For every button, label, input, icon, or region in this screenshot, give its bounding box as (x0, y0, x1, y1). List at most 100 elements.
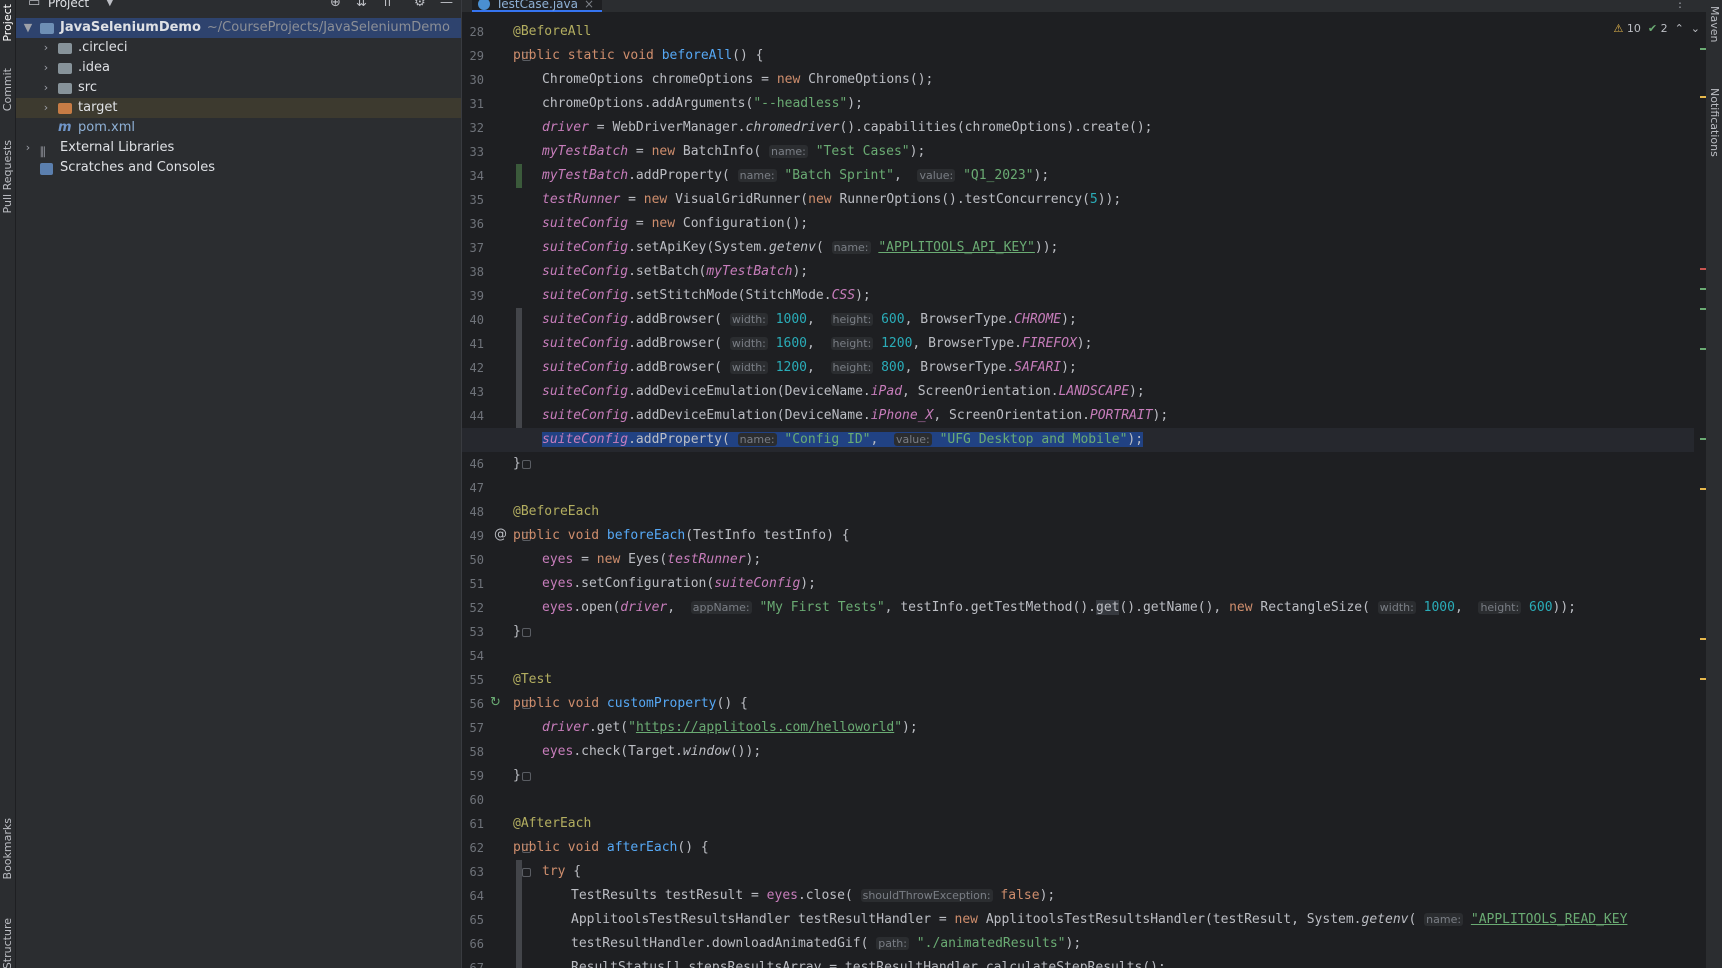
expand-all-icon[interactable]: ⇊ (356, 0, 367, 10)
code-line[interactable]: suiteConfig.addBrowser( width: 1200, hei… (462, 356, 1694, 380)
folder-icon (58, 43, 72, 54)
code-line[interactable]: eyes = new Eyes(testRunner); (462, 548, 1694, 572)
code-line[interactable]: suiteConfig.setBatch(myTestBatch); (462, 260, 1694, 284)
maven-m-icon: m (58, 120, 72, 135)
code-line[interactable]: suiteConfig = new Configuration(); (462, 212, 1694, 236)
code-line[interactable]: try { (462, 860, 1694, 884)
chevron-up-icon[interactable]: ⌃ (1675, 22, 1684, 35)
code-line-text: @AfterEach (513, 816, 592, 831)
code-line[interactable]: ApplitoolsTestResultsHandler testResultH… (462, 908, 1694, 932)
code-line[interactable]: chromeOptions.addArguments("--headless")… (462, 92, 1694, 116)
project-title[interactable]: Project (48, 0, 89, 10)
check-icon: ✔ (1647, 22, 1658, 35)
code-line[interactable]: suiteConfig.addBrowser( width: 1600, hei… (462, 332, 1694, 356)
tool-tab-pull-requests[interactable]: Pull Requests (1, 140, 15, 213)
tree-item-circleci[interactable]: › .circleci (16, 38, 461, 58)
code-line[interactable] (462, 644, 1694, 668)
code-line-text: suiteConfig.setBatch(myTestBatch); (542, 264, 809, 279)
chevron-right-icon[interactable]: › (40, 38, 52, 58)
tab-testcase-java[interactable]: TestCase.java × (472, 0, 603, 12)
project-header: ▭ Project ▼ ⊕ ⇊ ⇈ ⚙ — (16, 0, 461, 12)
warning-icon: ⚠ (1613, 22, 1624, 35)
locate-icon[interactable]: ⊕ (330, 0, 341, 10)
more-icon[interactable]: ⋮ (1674, 0, 1686, 10)
code-line[interactable]: ChromeOptions chromeOptions = new Chrome… (462, 68, 1694, 92)
scratches-icon (40, 163, 53, 175)
code-line[interactable]: TestResults testResult = eyes.close( sho… (462, 884, 1694, 908)
code-line[interactable]: suiteConfig.addBrowser( width: 1000, hei… (462, 308, 1694, 332)
code-line[interactable]: public void beforeEach(TestInfo testInfo… (462, 524, 1694, 548)
code-line[interactable]: @Test (462, 668, 1694, 692)
code-line-text: } (513, 624, 521, 639)
inspection-widget[interactable]: ⚠ 10 ✔ 2 ⌃ ⌄ (1613, 22, 1700, 35)
code-line[interactable]: @BeforeEach (462, 500, 1694, 524)
code-line[interactable]: ResultStatus[] stepsResultsArray = testR… (462, 956, 1694, 968)
tool-tab-notifications[interactable]: Notifications (1707, 88, 1721, 157)
code-line-text: suiteConfig.addBrowser( width: 1000, hei… (542, 312, 1077, 327)
code-line-text: TestResults testResult = eyes.close( sho… (571, 888, 1056, 903)
code-line[interactable]: public static void beforeAll() { (462, 44, 1694, 68)
code-line-text: public void beforeEach(TestInfo testInfo… (513, 528, 850, 543)
tool-tab-commit[interactable]: Commit (1, 68, 15, 111)
code-line[interactable]: testResultHandler.downloadAnimatedGif( p… (462, 932, 1694, 956)
code-line[interactable]: public void afterEach() { (462, 836, 1694, 860)
code-line[interactable]: myTestBatch.addProperty( name: "Batch Sp… (462, 164, 1694, 188)
code-line[interactable]: } (462, 620, 1694, 644)
tool-tab-structure[interactable]: Structure (1, 918, 15, 968)
chevron-right-icon[interactable]: › (22, 138, 34, 158)
chevron-right-icon[interactable]: › (40, 98, 52, 118)
code-line[interactable]: public void customProperty() { (462, 692, 1694, 716)
tool-tab-project[interactable]: Project (1, 4, 15, 42)
tool-tab-maven[interactable]: Maven (1707, 6, 1721, 42)
tool-tab-bookmarks[interactable]: Bookmarks (1, 818, 15, 879)
code-area[interactable]: @BeforeAll public static void beforeAll()… (462, 18, 1712, 968)
tree-item-idea[interactable]: › .idea (16, 58, 461, 78)
code-line[interactable]: myTestBatch = new BatchInfo( name: "Test… (462, 140, 1694, 164)
tree-item-root[interactable]: ▼ JavaSeleniumDemo ~/CourseProjects/JavaS… (16, 18, 461, 38)
code-line[interactable]: eyes.setConfiguration(suiteConfig); (462, 572, 1694, 596)
code-line-text: myTestBatch = new BatchInfo( name: "Test… (542, 144, 926, 159)
code-line[interactable]: testRunner = new VisualGridRunner(new Ru… (462, 188, 1694, 212)
tree-item-target[interactable]: › target (16, 98, 461, 118)
left-tool-strip: Project Commit Pull Requests Bookmarks S… (0, 0, 16, 968)
code-line[interactable]: suiteConfig.addDeviceEmulation(DeviceNam… (462, 380, 1694, 404)
code-line[interactable]: suiteConfig.addProperty( name: "Config I… (462, 428, 1694, 452)
code-line[interactable]: } (462, 764, 1694, 788)
chevron-right-icon[interactable]: › (40, 78, 52, 98)
code-line[interactable]: eyes.check(Target.window()); (462, 740, 1694, 764)
code-line-text: testResultHandler.downloadAnimatedGif( p… (571, 936, 1082, 951)
code-line[interactable]: suiteConfig.setStitchMode(StitchMode.CSS… (462, 284, 1694, 308)
code-line[interactable] (462, 476, 1694, 500)
code-line-text: public static void beforeAll() { (513, 48, 764, 63)
code-line[interactable]: } (462, 452, 1694, 476)
code-line[interactable]: driver.get("https://applitools.com/hello… (462, 716, 1694, 740)
java-class-icon (478, 0, 490, 10)
tree-item-external-libraries[interactable]: › ⫼ External Libraries (16, 138, 461, 159)
code-line[interactable]: suiteConfig.addDeviceEmulation(DeviceNam… (462, 404, 1694, 428)
code-line[interactable]: eyes.open(driver, appName: "My First Tes… (462, 596, 1694, 620)
code-line[interactable]: @BeforeAll (462, 20, 1694, 44)
close-icon[interactable]: × (584, 0, 594, 11)
code-line[interactable]: @AfterEach (462, 812, 1694, 836)
code-line-text: suiteConfig.addBrowser( width: 1600, hei… (542, 336, 1093, 351)
collapse-all-icon[interactable]: ⇈ (382, 0, 393, 10)
code-line[interactable]: suiteConfig.setApiKey(System.getenv( nam… (462, 236, 1694, 260)
code-line[interactable]: driver = WebDriverManager.chromedriver()… (462, 116, 1694, 140)
chevron-down-icon[interactable]: ▼ (22, 18, 34, 38)
root-name: JavaSeleniumDemo (60, 20, 201, 35)
code-line-text: testRunner = new VisualGridRunner(new Ru… (542, 192, 1122, 207)
code-line[interactable] (462, 788, 1694, 812)
code-line-text: driver = WebDriverManager.chromedriver()… (542, 120, 1153, 135)
code-line-text: public void customProperty() { (513, 696, 748, 711)
tree-item-scratches[interactable]: Scratches and Consoles (16, 158, 461, 178)
tree-item-src[interactable]: › src (16, 78, 461, 98)
chevron-right-icon[interactable]: › (40, 58, 52, 78)
gear-icon[interactable]: ⚙ (414, 0, 426, 10)
code-line-text: suiteConfig.addBrowser( width: 1200, hei… (542, 360, 1077, 375)
minimize-icon[interactable]: — (440, 0, 453, 10)
code-editor[interactable]: TestCase.java × ⋮ 28 29 30 31 32 33 34 35 36 37 38 3… (462, 0, 1722, 968)
tree-item-pom[interactable]: m pom.xml (16, 118, 461, 138)
project-icon: ▭ (28, 0, 41, 10)
right-tool-strip: Maven Notifications (1706, 0, 1722, 968)
chevron-down-icon[interactable]: ▼ (106, 0, 114, 8)
